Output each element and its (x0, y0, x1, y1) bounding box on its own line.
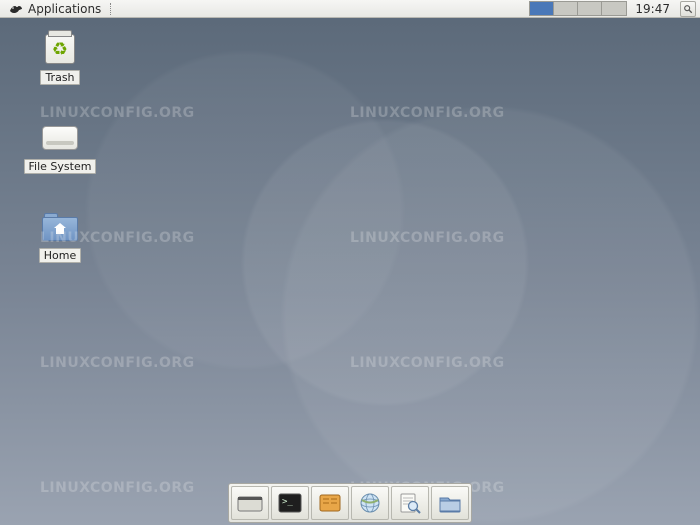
panel-separator (107, 0, 113, 17)
desktop-icons-area: ♻ Trash File System Home (20, 30, 100, 263)
show-desktop-icon (237, 491, 263, 515)
dock-web-browser[interactable] (351, 486, 389, 520)
watermark-text: LINUXCONFIG.ORG (350, 230, 505, 246)
xfce-logo-icon (8, 1, 24, 17)
watermark-text: LINUXCONFIG.ORG (40, 480, 195, 496)
workspace-1[interactable] (530, 2, 554, 15)
workspace-3[interactable] (578, 2, 602, 15)
app-finder-icon (397, 491, 423, 515)
desktop-icon-home[interactable]: Home (20, 208, 100, 263)
desktop-icon-filesystem[interactable]: File System (20, 119, 100, 174)
home-folder-icon (41, 208, 79, 246)
clock[interactable]: 19:47 (627, 2, 678, 16)
web-browser-icon (357, 491, 383, 515)
desktop-icon-label: Home (39, 248, 81, 263)
dock-file-manager[interactable] (311, 486, 349, 520)
workspace-2[interactable] (554, 2, 578, 15)
places-folder-icon (437, 491, 463, 515)
bottom-dock: >_ (228, 483, 472, 523)
watermark-text: LINUXCONFIG.ORG (350, 355, 505, 371)
desktop-icon-label: Trash (40, 70, 79, 85)
applications-menu-label: Applications (28, 2, 101, 16)
watermark-text: LINUXCONFIG.ORG (40, 355, 195, 371)
dock-app-finder[interactable] (391, 486, 429, 520)
search-button[interactable] (680, 1, 696, 17)
desktop-icon-trash[interactable]: ♻ Trash (20, 30, 100, 85)
dock-places[interactable] (431, 486, 469, 520)
file-manager-icon (317, 491, 343, 515)
dock-show-desktop[interactable] (231, 486, 269, 520)
trash-icon: ♻ (41, 30, 79, 68)
watermark-text: LINUXCONFIG.ORG (350, 105, 505, 121)
top-panel: Applications 19:47 (0, 0, 700, 18)
terminal-icon: >_ (277, 491, 303, 515)
desktop-icon-label: File System (24, 159, 97, 174)
drive-icon (41, 119, 79, 157)
dock-terminal[interactable]: >_ (271, 486, 309, 520)
workspace-4[interactable] (602, 2, 626, 15)
desktop-root: Applications 19:47 ♻ Trash File System (0, 0, 700, 525)
svg-text:>_: >_ (282, 497, 293, 507)
magnifier-icon (683, 4, 693, 14)
workspace-switcher[interactable] (529, 1, 627, 16)
applications-menu-button[interactable]: Applications (2, 0, 107, 17)
